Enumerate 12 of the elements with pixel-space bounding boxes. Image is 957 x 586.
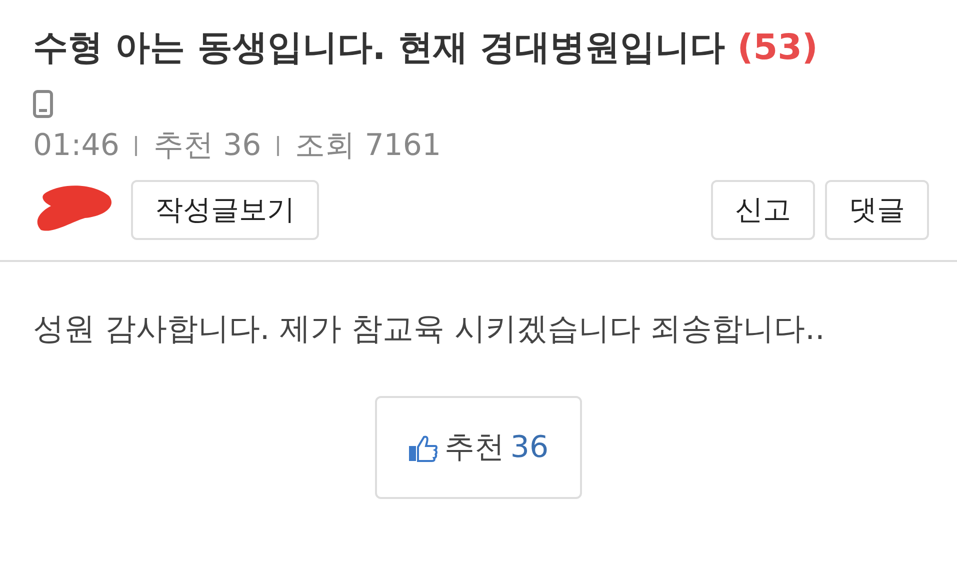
meta-text: 01:46	[33, 127, 120, 165]
phone-icon	[33, 90, 53, 118]
report-button[interactable]: 신고	[711, 180, 815, 240]
comment-count: (53)	[737, 28, 818, 68]
like-button[interactable]: 추천 36	[375, 396, 582, 499]
thumbs-up-icon	[408, 434, 438, 462]
post-body: 성원 감사합니다. 제가 참교육 시키겠습니다 죄송합니다..	[32, 310, 826, 349]
comment-button[interactable]: 댓글	[825, 180, 929, 240]
meta-text: 조회 7161	[295, 127, 442, 165]
meta-text: 추천 36	[153, 127, 262, 165]
author-posts-button[interactable]: 작성글보기	[131, 180, 319, 240]
post-title: 수형 아는 동생입니다. 현재 경대병원입니다	[33, 28, 726, 68]
